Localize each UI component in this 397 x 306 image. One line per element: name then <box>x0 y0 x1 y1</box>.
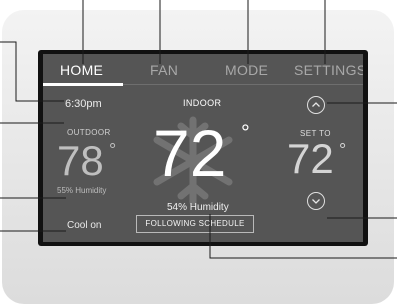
tab-fan[interactable]: FAN <box>150 62 178 78</box>
current-time: 6:30pm <box>65 98 102 110</box>
temperature-up-button[interactable] <box>307 96 325 114</box>
tab-mode[interactable]: MODE <box>225 62 268 78</box>
setpoint-degree-symbol: ° <box>339 140 347 160</box>
system-status: Cool on <box>67 220 102 231</box>
indoor-humidity: 54% Humidity <box>167 202 229 213</box>
tab-settings[interactable]: SETTINGS <box>294 62 363 78</box>
chevron-down-icon <box>312 199 320 204</box>
setpoint-temperature: 72 <box>287 135 334 182</box>
tab-home[interactable]: HOME <box>60 62 103 78</box>
temperature-down-button[interactable] <box>307 192 325 210</box>
following-schedule-button[interactable]: FOLLOWING SCHEDULE <box>136 215 254 233</box>
indoor-degree-symbol: ° <box>241 120 250 145</box>
outdoor-humidity: 55% Humidity <box>57 186 107 195</box>
outdoor-temperature: 78 <box>57 137 104 184</box>
outdoor-label: OUTDOOR <box>67 128 111 137</box>
outdoor-degree-symbol: ° <box>109 140 117 160</box>
indoor-temperature: 72 <box>153 116 227 190</box>
chevron-up-icon <box>312 102 320 107</box>
indoor-label: INDOOR <box>183 98 222 108</box>
thermostat-display: HOME FAN MODE SETTINGS 6:30pm INDOOR OUT… <box>43 54 363 242</box>
active-tab-indicator <box>43 83 123 86</box>
